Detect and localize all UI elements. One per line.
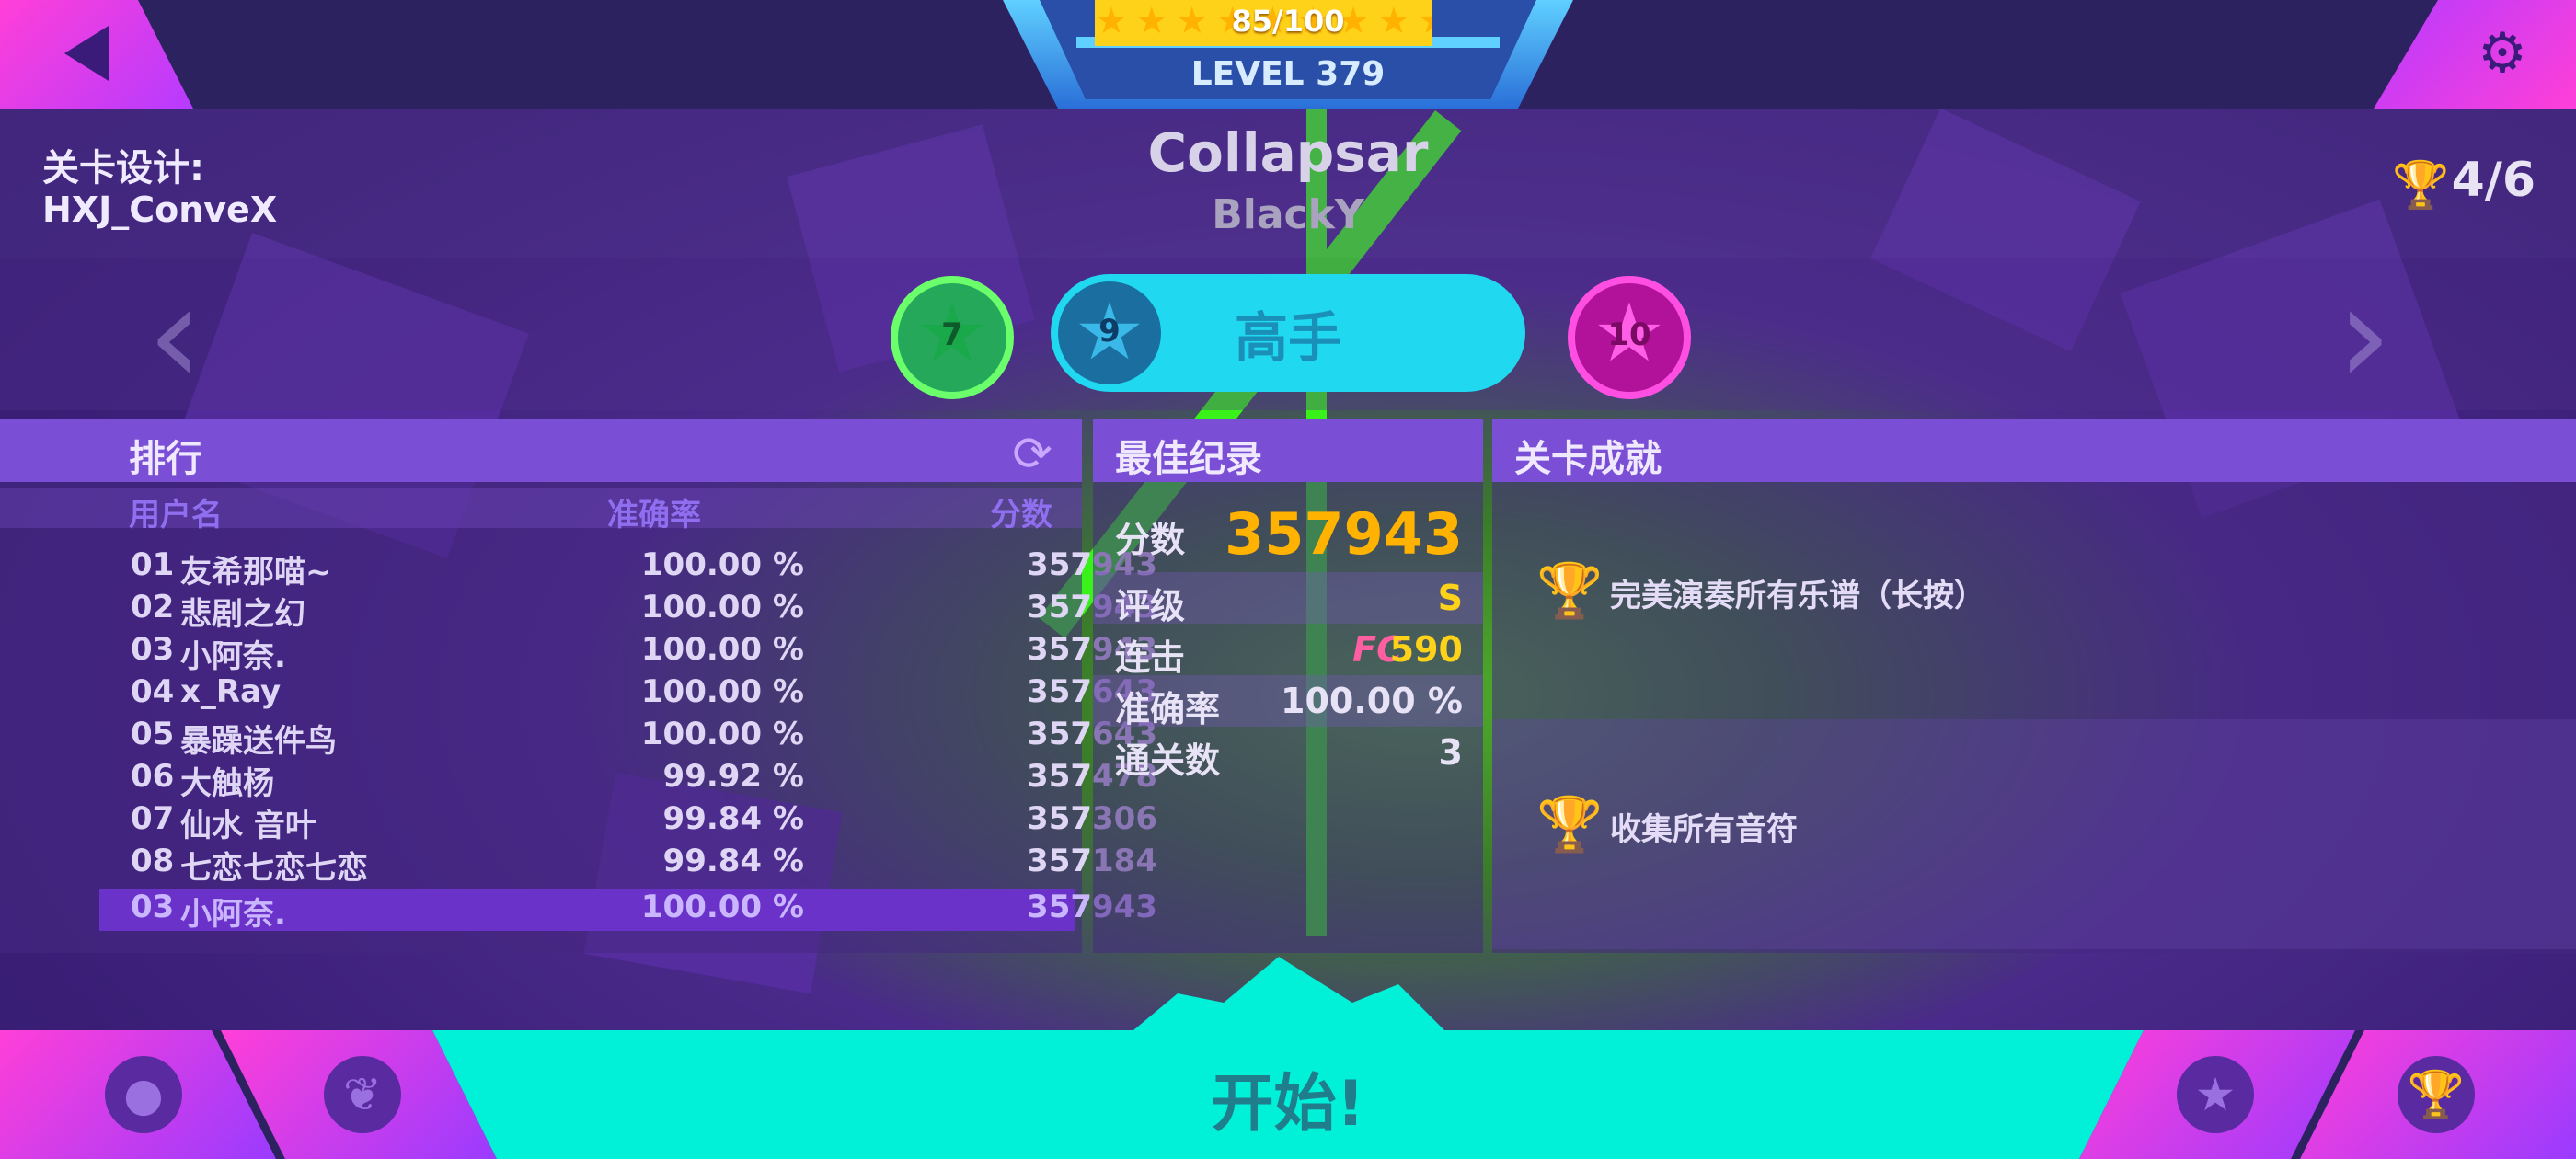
song-title: Collapsar <box>1147 121 1429 184</box>
leaderboard-my-row: 03 小阿奈. 100.00 % 357943 <box>99 889 1157 933</box>
row-accuracy: 99.92 % <box>662 758 804 795</box>
prev-song-arrow-icon[interactable]: ‹ <box>147 267 202 405</box>
leaderboard-title: 排行 <box>129 438 202 480</box>
row-name: 七恋七恋七恋 <box>180 850 368 887</box>
best-score-row: 分数 357943 <box>1093 493 1483 572</box>
best-score-value: 357943 <box>1225 500 1463 568</box>
designer-name: HXJ_ConveX <box>42 189 278 230</box>
difficulty-hard-level: 10 <box>1607 316 1651 353</box>
best-score-label: 分数 <box>1115 520 1186 560</box>
best-record-header: 最佳纪录 <box>1093 419 1483 482</box>
achievement-label: 收集所有音符 <box>1610 811 1798 848</box>
player-level: LEVEL 379 <box>1190 55 1386 93</box>
star-icon: ★ <box>2177 1056 2254 1133</box>
trophy-icon: 🏆 <box>1536 793 1604 855</box>
column-score: 分数 <box>990 497 1052 534</box>
difficulty-hard-button[interactable]: ★ 10 <box>1568 276 1691 399</box>
designer-label: 关卡设计: <box>42 147 204 189</box>
leaf-icon: ❦ <box>324 1056 401 1133</box>
row-accuracy: 99.84 % <box>662 843 804 879</box>
trophy-count: 4/6 <box>2451 153 2536 208</box>
back-arrow-icon <box>64 26 109 81</box>
start-button-label: 开始! <box>1211 1068 1365 1141</box>
difficulty-easy-level: 7 <box>941 316 963 353</box>
best-grade-row: 评级 S <box>1093 572 1483 626</box>
best-record-panel: 最佳纪录 分数 357943 评级 S 连击 FC 590 准确率 100.00… <box>1093 419 1483 953</box>
difficulty-selected-badge: ★ 9 <box>1058 281 1161 384</box>
leaderboard-row: 07 仙水 音叶 99.84 % 357306 <box>99 800 1157 844</box>
achievements-panel: 关卡成就 🏆 完美演奏所有乐谱（长按） 🏆 收集所有音符 <box>1492 419 2576 953</box>
difficulty-selected-label: 高手 <box>1235 306 1342 369</box>
row-accuracy: 100.00 % <box>640 546 804 583</box>
leaderboard-row: 02 悲剧之幻 100.00 % 357943 <box>99 589 1157 633</box>
row-accuracy: 100.00 % <box>640 673 804 710</box>
best-accuracy-label: 准确率 <box>1115 689 1221 729</box>
row-rank: 06 <box>131 758 175 795</box>
achievements-header: 关卡成就 <box>1492 419 2576 482</box>
leaderboard-header: 排行 ⟳ <box>0 419 1082 482</box>
best-accuracy-value: 100.00 % <box>1281 681 1463 721</box>
leaderboard-panel: 排行 ⟳ 用户名 准确率 分数 01 友希那喵~ 100.00 % 357943… <box>0 419 1157 953</box>
best-grade-label: 评级 <box>1115 586 1186 626</box>
row-accuracy: 100.00 % <box>640 589 804 625</box>
trophy-icon: 🏆 <box>1536 559 1604 622</box>
row-accuracy: 100.00 % <box>640 889 804 925</box>
profile-icon: ● <box>105 1056 182 1133</box>
row-rank: 01 <box>131 546 175 583</box>
next-song-arrow-icon[interactable]: › <box>2337 267 2392 405</box>
row-rank: 04 <box>131 673 175 710</box>
gear-icon: ⚙ <box>2478 21 2527 86</box>
column-accuracy: 准确率 <box>607 497 701 534</box>
row-accuracy: 100.00 % <box>640 631 804 668</box>
row-name: 悲剧之幻 <box>180 596 305 633</box>
best-accuracy-row: 准确率 100.00 % <box>1093 675 1483 729</box>
column-user: 用户名 <box>129 497 223 534</box>
row-name: 小阿奈. <box>180 896 286 933</box>
achievement-item: 🏆 完美演奏所有乐谱（长按） <box>1492 482 2576 712</box>
leaderboard-row: 03 小阿奈. 100.00 % 357943 <box>99 631 1157 675</box>
row-name: 友希那喵~ <box>180 554 332 591</box>
leaderboard-row: 04 x_Ray 100.00 % 357643 <box>99 673 1157 716</box>
row-rank: 02 <box>131 589 175 625</box>
row-rank: 05 <box>131 716 175 752</box>
best-combo-row: 连击 FC 590 <box>1093 624 1483 678</box>
row-rank: 03 <box>131 631 175 668</box>
best-clears-row: 通关数 3 <box>1093 727 1483 781</box>
best-clears-label: 通关数 <box>1115 740 1221 781</box>
row-accuracy: 99.84 % <box>662 800 804 837</box>
best-clears-value: 3 <box>1438 732 1463 773</box>
leaderboard-row: 08 七恋七恋七恋 99.84 % 357184 <box>99 843 1157 887</box>
difficulty-easy-button[interactable]: ★ 7 <box>891 276 1014 399</box>
row-accuracy: 100.00 % <box>640 716 804 752</box>
best-combo-label: 连击 <box>1115 637 1186 678</box>
row-rank: 08 <box>131 843 175 879</box>
achievements-title: 关卡成就 <box>1514 438 1662 480</box>
difficulty-selected[interactable]: ★ 9 高手 <box>1051 274 1525 392</box>
row-name: 暴躁送件鸟 <box>180 723 337 760</box>
row-name: x_Ray <box>180 673 282 710</box>
best-grade-value: S <box>1437 578 1463 618</box>
row-rank: 07 <box>131 800 175 837</box>
best-record-title: 最佳纪录 <box>1115 438 1262 480</box>
trophy-icon: 🏆 <box>2398 1056 2475 1133</box>
xp-progress-text: 85/100 <box>1231 4 1345 39</box>
achievement-label: 完美演奏所有乐谱（长按） <box>1610 578 1985 614</box>
song-artist: BlackY <box>1212 191 1364 238</box>
row-name: 大触杨 <box>180 765 274 802</box>
leaderboard-row: 05 暴躁送件鸟 100.00 % 357643 <box>99 716 1157 760</box>
row-name: 小阿奈. <box>180 638 286 675</box>
achievement-item: 🏆 收集所有音符 <box>1492 719 2576 949</box>
row-rank: 03 <box>131 889 175 925</box>
row-name: 仙水 音叶 <box>180 808 316 844</box>
difficulty-selected-level: 9 <box>1098 313 1121 350</box>
refresh-icon[interactable]: ⟳ <box>1012 427 1052 482</box>
best-combo-value: 590 <box>1389 629 1463 670</box>
leaderboard-row: 01 友希那喵~ 100.00 % 357943 <box>99 546 1157 591</box>
leaderboard-row: 06 大触杨 99.92 % 357478 <box>99 758 1157 802</box>
trophy-icon: 🏆 <box>2392 158 2450 212</box>
